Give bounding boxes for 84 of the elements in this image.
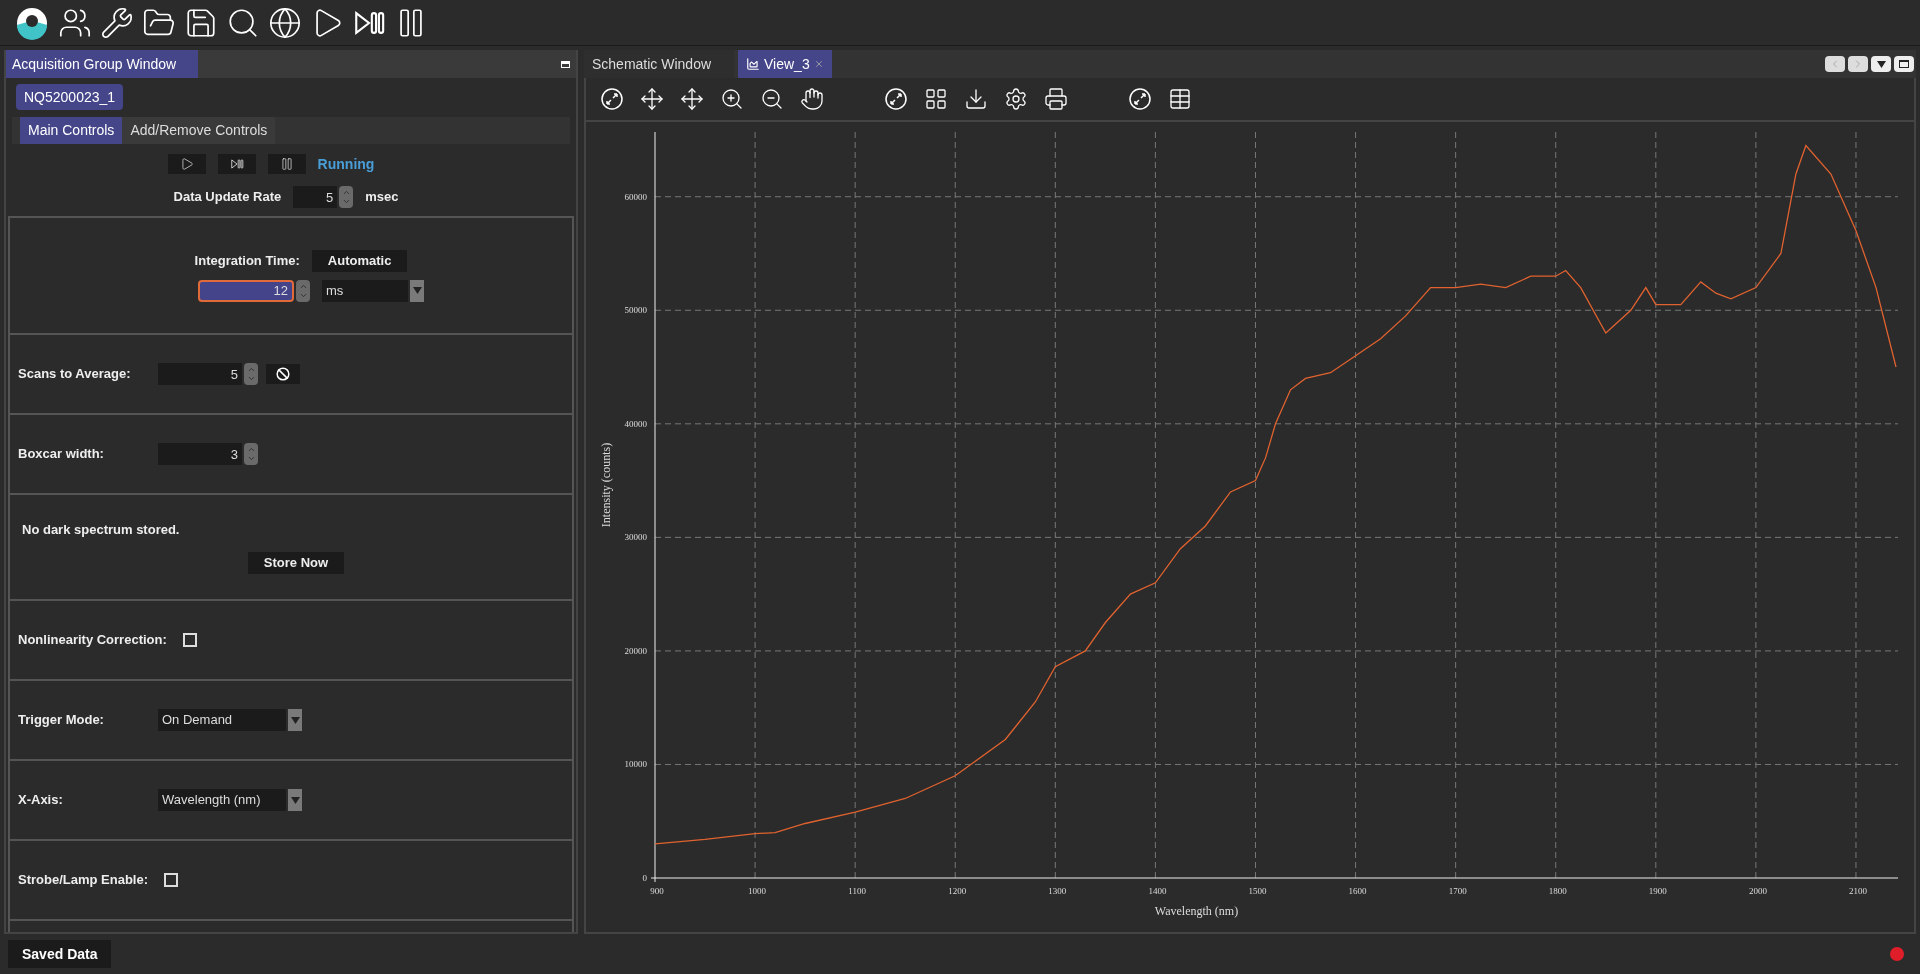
table-icon[interactable] [1168, 87, 1192, 111]
graph-icon [746, 57, 760, 71]
zoom-in-icon[interactable] [720, 87, 744, 111]
wrench-icon[interactable] [100, 5, 134, 40]
field-label: Scans to Average: [18, 365, 132, 384]
view-tab[interactable]: View_3 [738, 50, 832, 78]
device-tab[interactable]: NQ5200023_1 [16, 84, 124, 110]
minimize-icon[interactable] [561, 60, 570, 68]
tab-list-icon[interactable] [1871, 56, 1891, 72]
y-tick-label: 0 [642, 873, 647, 883]
y-tick-label: 40000 [624, 418, 647, 429]
scroll-tabs-left-icon[interactable] [1825, 56, 1845, 72]
checkbox[interactable] [182, 633, 197, 647]
x-axis-label: Wavelength (nm) [1154, 904, 1239, 918]
x-tick-label: 1400 [1148, 886, 1167, 896]
panel-tab[interactable]: Main Controls [20, 117, 123, 144]
reset-button[interactable] [266, 364, 300, 384]
pause-icon [279, 157, 294, 171]
y-tick-label: 60000 [624, 191, 647, 202]
panel-tab[interactable]: Add/Remove Controls [122, 117, 276, 144]
x-tick-label: 2100 [1848, 886, 1867, 896]
field-label: Trigger Mode: [18, 711, 105, 730]
zoom-out-icon[interactable] [760, 87, 784, 111]
x-tick-label: 2000 [1748, 886, 1767, 896]
status-indicator-icon [1890, 947, 1904, 961]
spin-buttons[interactable] [296, 279, 310, 302]
field-label: Nonlinearity Correction: [18, 631, 167, 650]
y-tick-label: 10000 [624, 759, 647, 770]
x-tick-label: 1700 [1448, 886, 1467, 896]
printer-icon[interactable] [1044, 87, 1068, 111]
maximize-icon[interactable] [1894, 56, 1914, 72]
dropdown-field[interactable]: Wavelength (nm) [158, 789, 286, 811]
y-tick-label: 50000 [624, 305, 647, 316]
y-axis-label: Intensity (counts) [599, 442, 613, 528]
field-label: Integration Time: [194, 251, 300, 270]
x-tick-label: 1600 [1348, 886, 1367, 896]
play-button[interactable] [167, 154, 206, 174]
y-tick-label: 30000 [624, 532, 647, 543]
grid-icon[interactable] [924, 87, 948, 111]
x-tick-label: 1300 [1048, 886, 1067, 896]
x-tick-label: 1800 [1548, 886, 1567, 896]
scroll-tabs-right-icon[interactable] [1848, 56, 1868, 72]
x-tick-label: 1500 [1248, 886, 1267, 896]
x-tick-label: 900 [650, 886, 664, 896]
run-status: Running [317, 154, 375, 174]
pause-button[interactable] [267, 154, 306, 174]
globe-icon[interactable] [268, 5, 302, 40]
store-now-button[interactable]: Store Now [247, 551, 345, 574]
close-icon[interactable] [813, 59, 824, 69]
no-entry-icon [276, 367, 290, 381]
play-icon [179, 157, 194, 171]
fit-icon[interactable] [1128, 87, 1152, 111]
spin-buttons[interactable] [339, 186, 354, 208]
x-tick-label: 1100 [848, 886, 866, 896]
play-pause-icon [228, 157, 245, 171]
fit-icon[interactable] [884, 87, 908, 111]
field-label: Data Update Rate [173, 188, 282, 207]
play-pause-button[interactable] [217, 154, 256, 174]
update-rate-field[interactable]: 5 [293, 186, 338, 208]
unit-dropdown[interactable]: ms [322, 279, 408, 302]
move-icon[interactable] [680, 87, 704, 111]
move-icon[interactable] [640, 87, 664, 111]
download-icon[interactable] [964, 87, 988, 111]
field-label: Boxcar width: [18, 445, 105, 464]
integration-time-field[interactable]: 12 [198, 279, 294, 302]
automatic-button[interactable]: Automatic [311, 249, 408, 272]
view-tab[interactable]: Schematic Window [584, 50, 734, 78]
settings-icon[interactable] [1004, 87, 1028, 111]
x-tick-label: 1200 [948, 886, 967, 896]
saved-data-button[interactable]: Saved Data [8, 940, 112, 968]
field-label: Strobe/Lamp Enable: [18, 871, 149, 890]
number-field[interactable]: 5 [158, 363, 242, 385]
fit-icon[interactable] [600, 87, 624, 111]
number-field[interactable]: 3 [158, 443, 242, 465]
field-label: X-Axis: [18, 791, 64, 810]
x-tick-label: 1900 [1648, 886, 1667, 896]
x-tick-label: 1000 [748, 886, 767, 896]
checkbox[interactable] [164, 873, 179, 887]
dark-spectrum-message: No dark spectrum stored. [22, 521, 181, 540]
unit-label: msec [365, 188, 399, 207]
hand-icon[interactable] [800, 87, 824, 111]
window-title[interactable]: Acquisition Group Window [6, 50, 198, 78]
dropdown-field[interactable]: On Demand [158, 709, 286, 731]
y-tick-label: 20000 [624, 645, 647, 656]
